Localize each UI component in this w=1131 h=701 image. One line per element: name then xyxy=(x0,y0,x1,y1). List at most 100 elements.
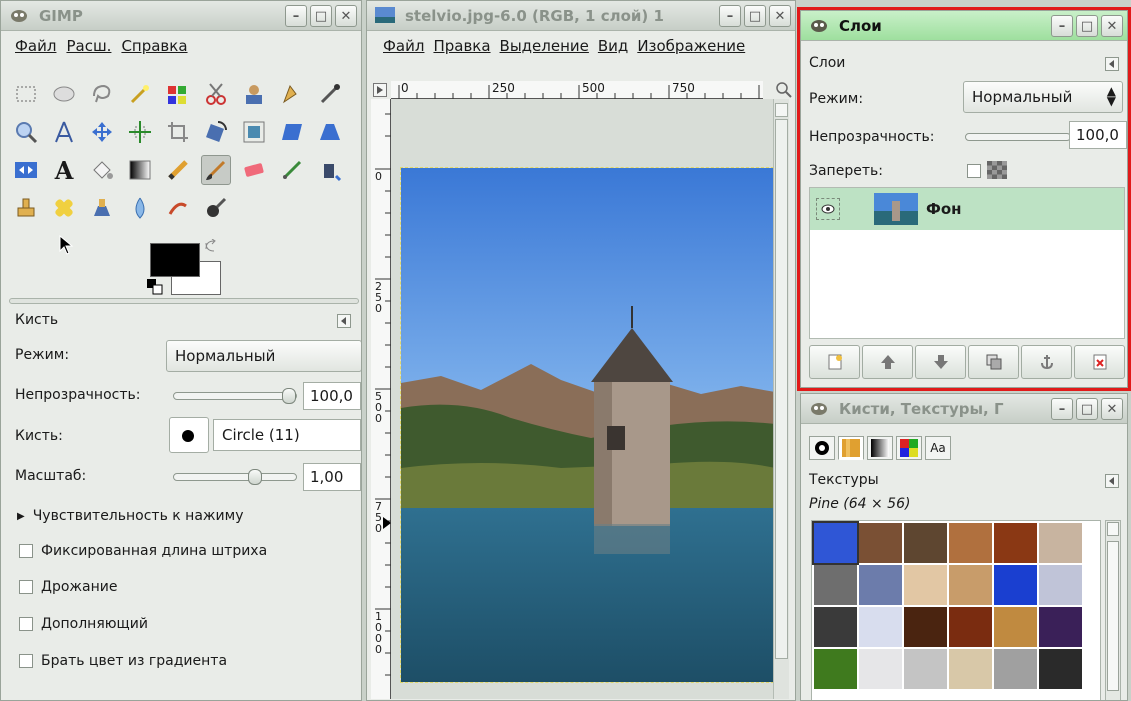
airbrush-tool-icon[interactable] xyxy=(277,155,307,185)
select-by-color-tool-icon[interactable] xyxy=(163,79,193,109)
lock-alpha-checker-icon[interactable] xyxy=(987,161,1007,179)
scale-spinbox[interactable]: 1,00 xyxy=(303,463,361,491)
tab-gradients[interactable] xyxy=(867,436,893,460)
pattern-swatch[interactable] xyxy=(949,523,992,563)
toolbox-titlebar[interactable]: GIMP – □ ✕ xyxy=(1,1,361,31)
zoom-tool-icon[interactable] xyxy=(11,117,41,147)
shear-tool-icon[interactable] xyxy=(277,117,307,147)
maximize-button[interactable]: □ xyxy=(1076,398,1098,420)
menu-help[interactable]: Справка xyxy=(121,37,187,55)
patterns-titlebar[interactable]: Кисти, Текстуры, Г – □ ✕ xyxy=(801,394,1127,424)
menu-image[interactable]: Изображение xyxy=(637,37,745,55)
zoom-navigate-icon[interactable] xyxy=(775,81,793,99)
checkbox[interactable] xyxy=(19,580,33,594)
pattern-swatch[interactable] xyxy=(949,565,992,605)
close-button[interactable]: ✕ xyxy=(335,5,357,27)
vertical-ruler[interactable]: 0 2 5 0 5 0 0 7 5 0 1 0 0 0 xyxy=(371,99,391,699)
quick-mask-button[interactable] xyxy=(373,83,387,97)
paintbrush-tool-icon[interactable] xyxy=(201,155,231,185)
heal-tool-icon[interactable] xyxy=(49,193,79,223)
maximize-button[interactable]: □ xyxy=(310,5,332,27)
raise-layer-button[interactable] xyxy=(862,345,913,379)
lock-pixels-checkbox[interactable] xyxy=(967,164,981,178)
panel-menu-icon[interactable] xyxy=(1105,57,1119,71)
horizontal-ruler[interactable]: 0 250 500 750 xyxy=(391,81,763,99)
close-button[interactable]: ✕ xyxy=(769,5,791,27)
maximize-button[interactable]: □ xyxy=(1076,15,1098,37)
tab-patterns[interactable] xyxy=(838,436,864,460)
measure-tool-icon[interactable] xyxy=(49,117,79,147)
perspective-clone-tool-icon[interactable] xyxy=(87,193,117,223)
lower-layer-button[interactable] xyxy=(915,345,966,379)
minimize-button[interactable]: – xyxy=(1051,398,1073,420)
lasso-tool-icon[interactable] xyxy=(87,79,117,109)
pattern-swatch[interactable] xyxy=(904,523,947,563)
menu-select[interactable]: Выделение xyxy=(500,37,589,55)
tab-brushes[interactable] xyxy=(809,436,835,460)
layer-row[interactable]: Фон xyxy=(810,188,1124,230)
pattern-scrollbar[interactable] xyxy=(1105,520,1121,700)
opacity-slider[interactable] xyxy=(173,388,297,404)
minimize-button[interactable]: – xyxy=(1051,15,1073,37)
clone-tool-icon[interactable] xyxy=(11,193,41,223)
pattern-swatch[interactable] xyxy=(994,565,1037,605)
duplicate-layer-button[interactable] xyxy=(968,345,1019,379)
menu-file[interactable]: Файл xyxy=(15,37,56,55)
menu-edit[interactable]: Правка xyxy=(433,37,490,55)
opacity-spinbox[interactable]: 100,0 xyxy=(303,382,361,410)
flip-tool-icon[interactable] xyxy=(11,155,41,185)
option-gradient-color[interactable]: Брать цвет из градиента xyxy=(19,653,227,669)
menu-file[interactable]: Файл xyxy=(383,37,424,55)
layers-titlebar[interactable]: Слои – □ ✕ xyxy=(801,11,1127,41)
pattern-swatch[interactable] xyxy=(904,607,947,647)
default-colors-icon[interactable] xyxy=(147,279,163,295)
scroll-up-button[interactable] xyxy=(775,103,788,117)
image-titlebar[interactable]: stelvio.jpg-6.0 (RGB, 1 слой) 1 – □ ✕ xyxy=(367,1,795,31)
brush-preview-button[interactable] xyxy=(169,417,209,453)
pencil-tool-icon[interactable] xyxy=(163,155,193,185)
dodge-burn-tool-icon[interactable] xyxy=(201,193,231,223)
blur-tool-icon[interactable] xyxy=(125,193,155,223)
checkbox[interactable] xyxy=(19,654,33,668)
menu-extensions[interactable]: Расш. xyxy=(66,37,111,55)
ellipse-select-tool-icon[interactable] xyxy=(49,79,79,109)
color-picker-tool-icon[interactable] xyxy=(315,79,345,109)
scroll-thumb[interactable] xyxy=(1107,541,1119,691)
option-incremental[interactable]: Дополняющий xyxy=(19,616,148,632)
tab-palettes[interactable] xyxy=(896,436,922,460)
option-jitter[interactable]: Дрожание xyxy=(19,579,117,595)
scissors-tool-icon[interactable] xyxy=(201,79,231,109)
pattern-swatch[interactable] xyxy=(1039,523,1082,563)
pattern-swatch[interactable] xyxy=(814,565,857,605)
checkbox[interactable] xyxy=(19,617,33,631)
layer-visibility-eye-icon[interactable] xyxy=(816,198,840,220)
layer-list[interactable]: Фон xyxy=(809,187,1125,339)
minimize-button[interactable]: – xyxy=(285,5,307,27)
panel-menu-icon[interactable] xyxy=(337,314,351,328)
foreground-color-swatch[interactable] xyxy=(150,243,200,277)
text-tool-icon[interactable]: A xyxy=(49,155,79,185)
pattern-swatch[interactable] xyxy=(949,607,992,647)
pattern-swatch[interactable] xyxy=(904,565,947,605)
pressure-expander[interactable]: ▶ Чувствительность к нажиму xyxy=(17,508,243,524)
pattern-swatch[interactable] xyxy=(859,649,902,689)
ink-tool-icon[interactable] xyxy=(315,155,345,185)
layer-mode-combo[interactable]: Нормальный ▲ ▼ xyxy=(963,81,1123,113)
option-fixed-length[interactable]: Фиксированная длина штриха xyxy=(19,543,267,559)
align-tool-icon[interactable] xyxy=(125,117,155,147)
rotate-tool-icon[interactable] xyxy=(201,117,231,147)
pattern-swatch[interactable] xyxy=(859,607,902,647)
perspective-tool-icon[interactable] xyxy=(315,117,345,147)
mode-combo[interactable]: Нормальный xyxy=(166,340,361,372)
blend-tool-icon[interactable] xyxy=(125,155,155,185)
layer-opacity-spinbox[interactable]: 100,0 xyxy=(1069,121,1127,149)
eraser-tool-icon[interactable] xyxy=(239,155,269,185)
scale-tool-icon[interactable] xyxy=(239,117,269,147)
pattern-swatch[interactable] xyxy=(904,649,947,689)
pattern-swatch[interactable] xyxy=(1039,649,1082,689)
move-tool-icon[interactable] xyxy=(87,117,117,147)
pattern-swatch[interactable] xyxy=(859,523,902,563)
pattern-swatch[interactable] xyxy=(814,607,857,647)
pattern-swatch[interactable] xyxy=(994,649,1037,689)
brush-name-field[interactable]: Circle (11) xyxy=(213,419,361,451)
